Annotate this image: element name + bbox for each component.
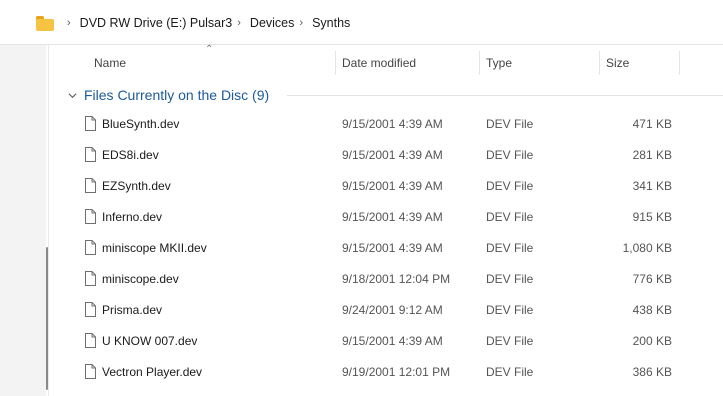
file-name: U KNOW 007.dev [102, 334, 198, 348]
file-date-modified: 9/15/2001 4:39 AM [342, 241, 443, 255]
file-name: Vectron Player.dev [102, 365, 203, 379]
file-row[interactable]: miniscope.dev 9/18/2001 12:04 PM DEV File 7… [70, 264, 723, 295]
column-header-row: ⌃ Name Date modified Type Size [70, 44, 723, 79]
file-icon [85, 178, 96, 193]
file-icon [85, 116, 96, 131]
file-date-modified: 9/15/2001 4:39 AM [342, 148, 443, 162]
file-icon [85, 333, 96, 348]
file-size: 471 KB [632, 117, 672, 131]
chevron-down-icon[interactable] [68, 91, 77, 100]
column-header-type[interactable]: Type [486, 47, 512, 79]
file-date-modified: 9/15/2001 4:39 AM [342, 210, 443, 224]
file-name: EDS8i.dev [102, 148, 159, 162]
file-icon [85, 147, 96, 162]
file-size: 915 KB [632, 210, 672, 224]
breadcrumb: › DVD RW Drive (E:) Pulsar3 › Devices › … [36, 12, 350, 34]
file-icon [85, 364, 96, 379]
navigation-pane [0, 45, 46, 396]
file-type: DEV File [486, 148, 534, 162]
file-size: 1,080 KB [622, 241, 672, 255]
file-date-modified: 9/18/2001 12:04 PM [342, 272, 451, 286]
file-size: 438 KB [632, 303, 672, 317]
file-type: DEV File [486, 272, 534, 286]
column-header-name[interactable]: Name [94, 47, 126, 79]
file-type: DEV File [486, 210, 534, 224]
chevron-right-icon[interactable]: › [299, 17, 303, 29]
file-date-modified: 9/15/2001 4:39 AM [342, 117, 443, 131]
file-icon [85, 240, 96, 255]
group-header[interactable]: Files Currently on the Disc (9) [68, 84, 269, 106]
breadcrumb-item-drive[interactable]: DVD RW Drive (E:) Pulsar3 [80, 16, 233, 30]
file-name: EZSynth.dev [102, 179, 171, 193]
file-icon [85, 271, 96, 286]
file-row[interactable]: Inferno.dev 9/15/2001 4:39 AM DEV File 915 … [70, 202, 723, 233]
chevron-right-icon[interactable]: › [67, 17, 71, 29]
breadcrumb-item-devices[interactable]: Devices [250, 16, 294, 30]
file-size: 200 KB [632, 334, 672, 348]
file-row[interactable]: EZSynth.dev 9/15/2001 4:39 AM DEV File 341 … [70, 171, 723, 202]
file-list: BlueSynth.dev 9/15/2001 4:39 AM DEV File 47… [70, 109, 723, 388]
file-row[interactable]: Vectron Player.dev 9/19/2001 12:01 PM DEV … [70, 357, 723, 388]
file-icon [85, 209, 96, 224]
file-date-modified: 9/15/2001 4:39 AM [342, 334, 443, 348]
file-type: DEV File [486, 117, 534, 131]
file-size: 776 KB [632, 272, 672, 286]
file-type: DEV File [486, 179, 534, 193]
file-size: 386 KB [632, 365, 672, 379]
column-divider[interactable] [335, 51, 336, 75]
column-divider[interactable] [599, 51, 600, 75]
file-name: Prisma.dev [102, 303, 163, 317]
file-name: miniscope MKII.dev [102, 241, 207, 255]
file-name: BlueSynth.dev [102, 117, 180, 131]
file-type: DEV File [486, 334, 534, 348]
file-type: DEV File [486, 365, 534, 379]
file-type: DEV File [486, 241, 534, 255]
file-size: 341 KB [632, 179, 672, 193]
group-divider [287, 95, 723, 96]
file-icon [85, 302, 96, 317]
file-date-modified: 9/19/2001 12:01 PM [342, 365, 451, 379]
file-row[interactable]: U KNOW 007.dev 9/15/2001 4:39 AM DEV File 2… [70, 326, 723, 357]
file-date-modified: 9/15/2001 4:39 AM [342, 179, 443, 193]
breadcrumb-item-synths[interactable]: Synths [312, 16, 350, 30]
column-header-size[interactable]: Size [606, 47, 629, 79]
address-bar[interactable]: › DVD RW Drive (E:) Pulsar3 › Devices › … [0, 0, 723, 45]
file-row[interactable]: EDS8i.dev 9/15/2001 4:39 AM DEV File 281 KB [70, 140, 723, 171]
file-date-modified: 9/24/2001 9:12 AM [342, 303, 443, 317]
chevron-right-icon[interactable]: › [237, 17, 241, 29]
file-row[interactable]: BlueSynth.dev 9/15/2001 4:39 AM DEV File 47… [70, 109, 723, 140]
column-divider[interactable] [479, 51, 480, 75]
pane-divider [48, 45, 49, 396]
sort-ascending-icon: ⌃ [205, 44, 214, 55]
column-divider[interactable] [679, 51, 680, 75]
file-name: miniscope.dev [102, 272, 179, 286]
file-name: Inferno.dev [102, 210, 163, 224]
group-label: Files Currently on the Disc (9) [84, 87, 270, 103]
file-row[interactable]: Prisma.dev 9/24/2001 9:12 AM DEV File 438 K… [70, 295, 723, 326]
file-type: DEV File [486, 303, 534, 317]
file-row[interactable]: miniscope MKII.dev 9/15/2001 4:39 AM DEV F… [70, 233, 723, 264]
folder-icon [36, 15, 54, 31]
file-size: 281 KB [632, 148, 672, 162]
column-header-date-modified[interactable]: Date modified [342, 47, 416, 79]
